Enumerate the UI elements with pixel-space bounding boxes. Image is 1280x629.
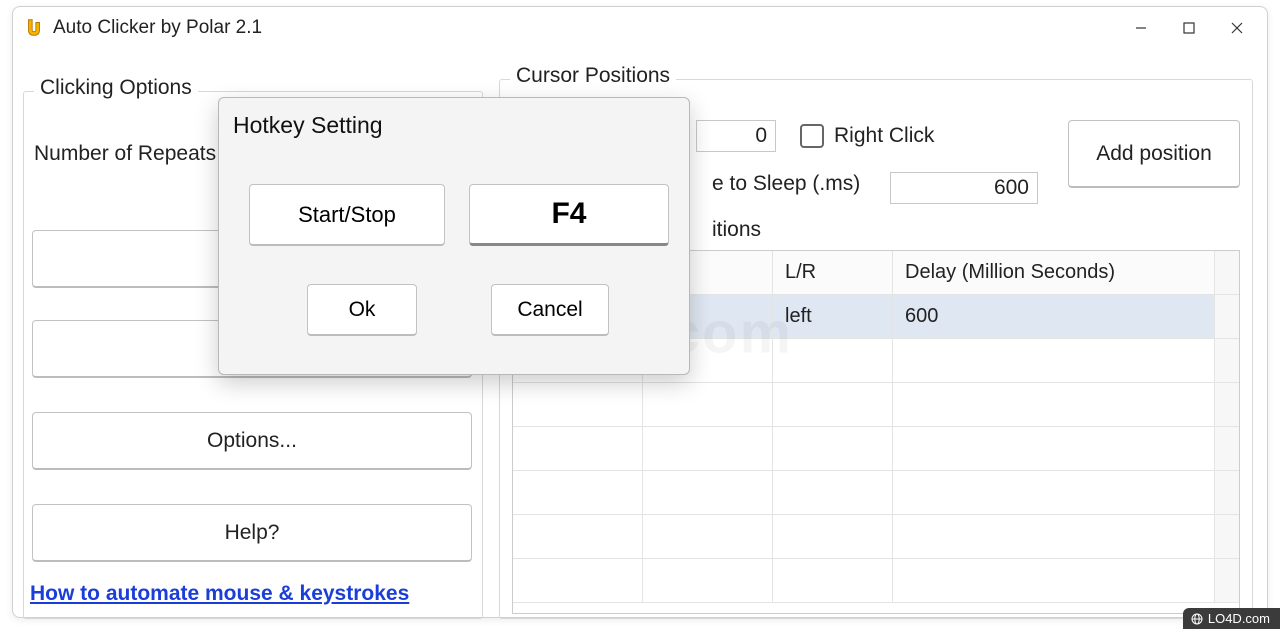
window-title: Auto Clicker by Polar 2.1 xyxy=(53,17,262,39)
grid-scroll-header xyxy=(1215,251,1239,294)
sleep-label: e to Sleep (.ms) xyxy=(712,172,860,196)
hotkey-dialog: Hotkey Setting Start/Stop F4 Ok Cancel xyxy=(218,97,690,375)
sleep-input[interactable] xyxy=(890,172,1038,204)
clicking-group-label: Clicking Options xyxy=(34,76,198,100)
cursor-group-label: Cursor Positions xyxy=(510,64,676,88)
table-row[interactable] xyxy=(513,515,1239,559)
grid-header-cell[interactable]: L/R xyxy=(773,251,893,294)
hotkey-action-button[interactable]: Start/Stop xyxy=(249,184,445,246)
options-button[interactable]: Options... xyxy=(32,412,472,470)
close-button[interactable] xyxy=(1213,7,1261,49)
cancel-button[interactable]: Cancel xyxy=(491,284,609,336)
table-row[interactable] xyxy=(513,427,1239,471)
saved-positions-label: itions xyxy=(712,218,761,242)
grid-header-cell[interactable]: Delay (Million Seconds) xyxy=(893,251,1215,294)
repeats-label: Number of Repeats xyxy=(34,142,216,166)
y-input[interactable] xyxy=(696,120,776,152)
add-position-button[interactable]: Add position xyxy=(1068,120,1240,188)
hotkey-key-field[interactable]: F4 xyxy=(469,184,669,246)
titlebar: Auto Clicker by Polar 2.1 xyxy=(13,7,1267,49)
grid-cell: 600 xyxy=(893,295,1215,338)
minimize-button[interactable] xyxy=(1117,7,1165,49)
table-row[interactable] xyxy=(513,559,1239,603)
right-click-checkbox[interactable]: Right Click xyxy=(800,124,934,148)
table-row[interactable] xyxy=(513,383,1239,427)
checkbox-icon xyxy=(800,124,824,148)
dialog-title: Hotkey Setting xyxy=(233,112,383,139)
badge-text: LO4D.com xyxy=(1208,611,1270,626)
globe-icon xyxy=(1191,613,1203,625)
help-button[interactable]: Help? xyxy=(32,504,472,562)
grid-scroll-cell xyxy=(1215,295,1239,338)
maximize-button[interactable] xyxy=(1165,7,1213,49)
app-icon xyxy=(23,17,45,39)
source-badge: LO4D.com xyxy=(1183,608,1280,629)
table-row[interactable] xyxy=(513,471,1239,515)
ok-button[interactable]: Ok xyxy=(307,284,417,336)
howto-link[interactable]: How to automate mouse & keystrokes xyxy=(30,582,409,606)
right-click-label: Right Click xyxy=(834,124,934,148)
grid-cell: left xyxy=(773,295,893,338)
